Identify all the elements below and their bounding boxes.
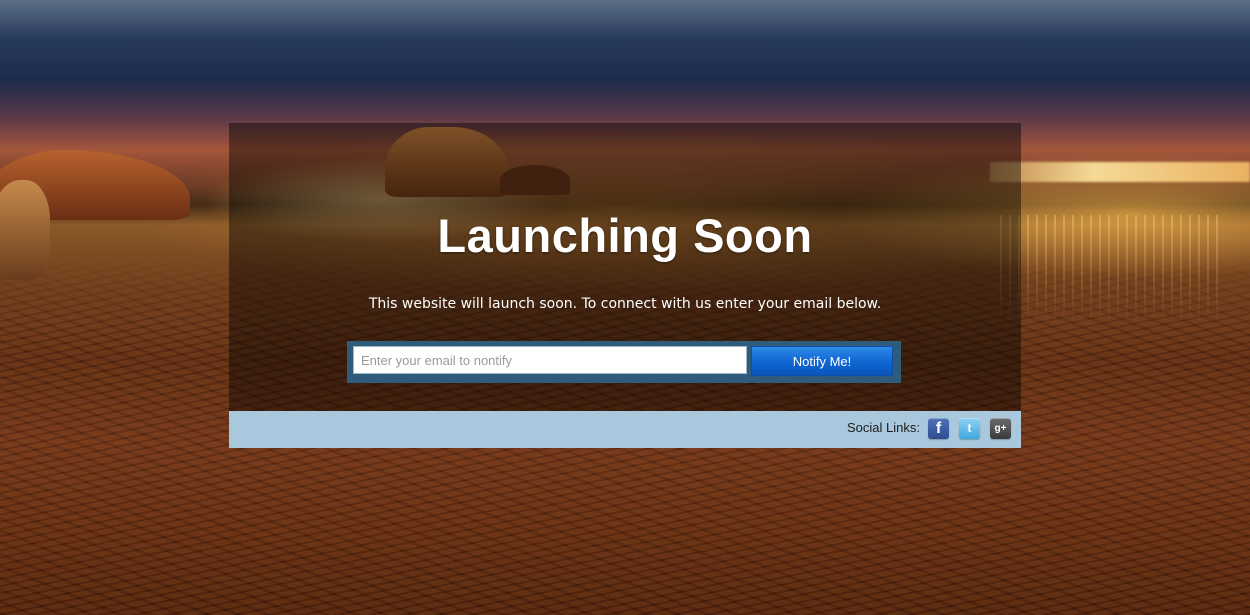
- social-footer: Social Links: f t g+: [229, 411, 1021, 448]
- twitter-icon[interactable]: t: [959, 418, 980, 439]
- notify-button[interactable]: Notify Me!: [751, 346, 893, 376]
- google-plus-icon[interactable]: g+: [990, 418, 1011, 439]
- town-lights: [990, 162, 1250, 182]
- social-links-label: Social Links:: [847, 420, 920, 435]
- launch-description: This website will launch soon. To connec…: [368, 296, 882, 312]
- page-title: Launching Soon: [437, 209, 813, 262]
- email-input[interactable]: [353, 346, 747, 374]
- facebook-icon[interactable]: f: [928, 418, 949, 439]
- signup-form: Notify Me!: [347, 341, 901, 383]
